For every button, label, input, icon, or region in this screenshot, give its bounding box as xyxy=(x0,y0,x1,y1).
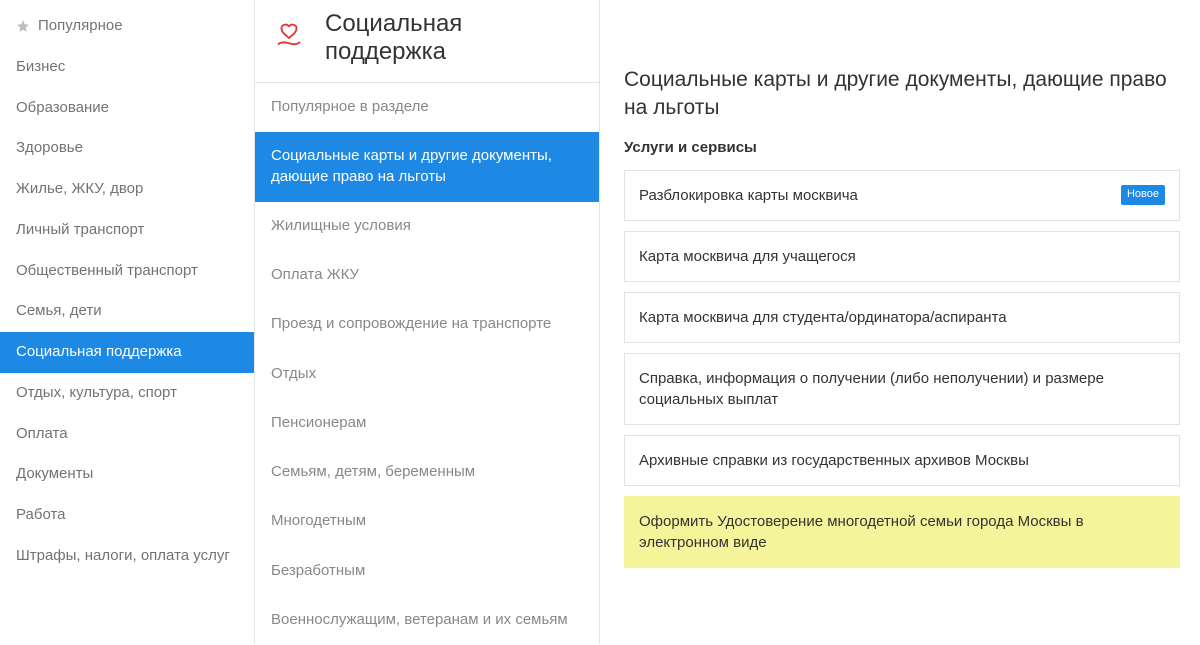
sidebar-item-label: Популярное xyxy=(38,17,123,36)
star-icon xyxy=(16,19,30,33)
service-item-unblock-card[interactable]: Разблокировка карты москвича Новое xyxy=(624,170,1180,221)
sidebar-item-label: Работа xyxy=(16,506,66,525)
submenu-item-label: Социальные карты и другие документы, даю… xyxy=(271,147,552,184)
submenu-column: Социальная поддержка Популярное в раздел… xyxy=(255,0,600,644)
section-title: Социальная поддержка xyxy=(325,10,583,66)
sidebar-item-recreation[interactable]: Отдых, культура, спорт xyxy=(0,373,254,414)
sidebar-item-label: Социальная поддержка xyxy=(16,343,182,362)
service-item-label: Архивные справки из государственных архи… xyxy=(639,450,1029,471)
sidebar-item-social-support[interactable]: Социальная поддержка xyxy=(0,332,254,373)
sidebar-item-label: Жилье, ЖКУ, двор xyxy=(16,180,143,199)
sidebar-item-label: Оплата xyxy=(16,425,68,444)
submenu-item-pensioners[interactable]: Пенсионерам xyxy=(255,399,599,448)
sidebar-item-public-transport[interactable]: Общественный транспорт xyxy=(0,251,254,292)
service-item-large-family-certificate[interactable]: Оформить Удостоверение многодетной семьи… xyxy=(624,496,1180,568)
content-heading: Социальные карты и другие документы, даю… xyxy=(624,66,1180,123)
sidebar-item-family[interactable]: Семья, дети xyxy=(0,291,254,332)
sidebar-item-label: Отдых, культура, спорт xyxy=(16,384,177,403)
service-item-university-card[interactable]: Карта москвича для студента/ординатора/а… xyxy=(624,292,1180,343)
submenu-item-label: Популярное в разделе xyxy=(271,98,429,115)
service-item-label: Справка, информация о получении (либо не… xyxy=(639,368,1165,410)
submenu: Популярное в разделе Социальные карты и … xyxy=(255,82,599,645)
main-sidebar: Популярное Бизнес Образование Здоровье Ж… xyxy=(0,0,255,644)
sidebar-item-label: Семья, дети xyxy=(16,302,102,321)
sidebar-item-popular[interactable]: Популярное xyxy=(0,6,254,47)
new-badge: Новое xyxy=(1121,185,1165,204)
sidebar-item-label: Образование xyxy=(16,99,109,118)
sidebar-item-label: Бизнес xyxy=(16,58,65,77)
submenu-item-housing-conditions[interactable]: Жилищные условия xyxy=(255,202,599,251)
content-subheading: Услуги и сервисы xyxy=(624,139,1180,156)
submenu-item-large-families[interactable]: Многодетным xyxy=(255,497,599,546)
submenu-item-transport-accompaniment[interactable]: Проезд и сопровождение на транспорте xyxy=(255,300,599,349)
submenu-item-label: Оплата ЖКУ xyxy=(271,266,359,283)
sidebar-item-label: Общественный транспорт xyxy=(16,262,198,281)
submenu-item-unemployed[interactable]: Безработным xyxy=(255,547,599,596)
sidebar-item-payment[interactable]: Оплата xyxy=(0,414,254,455)
submenu-item-label: Жилищные условия xyxy=(271,217,411,234)
service-item-label: Разблокировка карты москвича xyxy=(639,185,858,206)
sidebar-item-personal-transport[interactable]: Личный транспорт xyxy=(0,210,254,251)
service-item-payments-info[interactable]: Справка, информация о получении (либо не… xyxy=(624,353,1180,425)
sidebar-item-work[interactable]: Работа xyxy=(0,495,254,536)
sidebar-item-label: Здоровье xyxy=(16,139,83,158)
submenu-item-recreation[interactable]: Отдых xyxy=(255,350,599,399)
submenu-item-label: Безработным xyxy=(271,562,365,579)
content-spacer xyxy=(624,0,1180,66)
service-item-label: Карта москвича для учащегося xyxy=(639,246,856,267)
sidebar-item-housing[interactable]: Жилье, ЖКУ, двор xyxy=(0,169,254,210)
submenu-item-label: Проезд и сопровождение на транспорте xyxy=(271,315,551,332)
sidebar-item-fines[interactable]: Штрафы, налоги, оплата услуг xyxy=(0,536,254,577)
submenu-item-social-cards[interactable]: Социальные карты и другие документы, даю… xyxy=(255,132,599,202)
service-item-label: Оформить Удостоверение многодетной семьи… xyxy=(639,511,1165,553)
submenu-item-veterans[interactable]: Военнослужащим, ветеранам и их семьям xyxy=(255,596,599,645)
sidebar-item-health[interactable]: Здоровье xyxy=(0,128,254,169)
submenu-item-utilities-payment[interactable]: Оплата ЖКУ xyxy=(255,251,599,300)
service-item-archive-certificates[interactable]: Архивные справки из государственных архи… xyxy=(624,435,1180,486)
heart-hand-icon xyxy=(271,20,307,56)
sidebar-item-business[interactable]: Бизнес xyxy=(0,47,254,88)
sidebar-item-label: Документы xyxy=(16,465,93,484)
service-item-label: Карта москвича для студента/ординатора/а… xyxy=(639,307,1007,328)
sidebar-item-label: Штрафы, налоги, оплата услуг xyxy=(16,547,230,566)
submenu-item-label: Семьям, детям, беременным xyxy=(271,463,475,480)
content-area: Социальные карты и другие документы, даю… xyxy=(600,0,1200,644)
submenu-item-label: Многодетным xyxy=(271,512,366,529)
sidebar-item-label: Личный транспорт xyxy=(16,221,144,240)
section-header: Социальная поддержка xyxy=(255,0,599,82)
submenu-item-label: Военнослужащим, ветеранам и их семьям xyxy=(271,611,568,628)
submenu-item-label: Отдых xyxy=(271,365,316,382)
submenu-item-label: Пенсионерам xyxy=(271,414,366,431)
sidebar-item-documents[interactable]: Документы xyxy=(0,454,254,495)
submenu-item-popular[interactable]: Популярное в разделе xyxy=(255,83,599,132)
submenu-item-families[interactable]: Семьям, детям, беременным xyxy=(255,448,599,497)
sidebar-item-education[interactable]: Образование xyxy=(0,88,254,129)
service-item-student-card[interactable]: Карта москвича для учащегося xyxy=(624,231,1180,282)
